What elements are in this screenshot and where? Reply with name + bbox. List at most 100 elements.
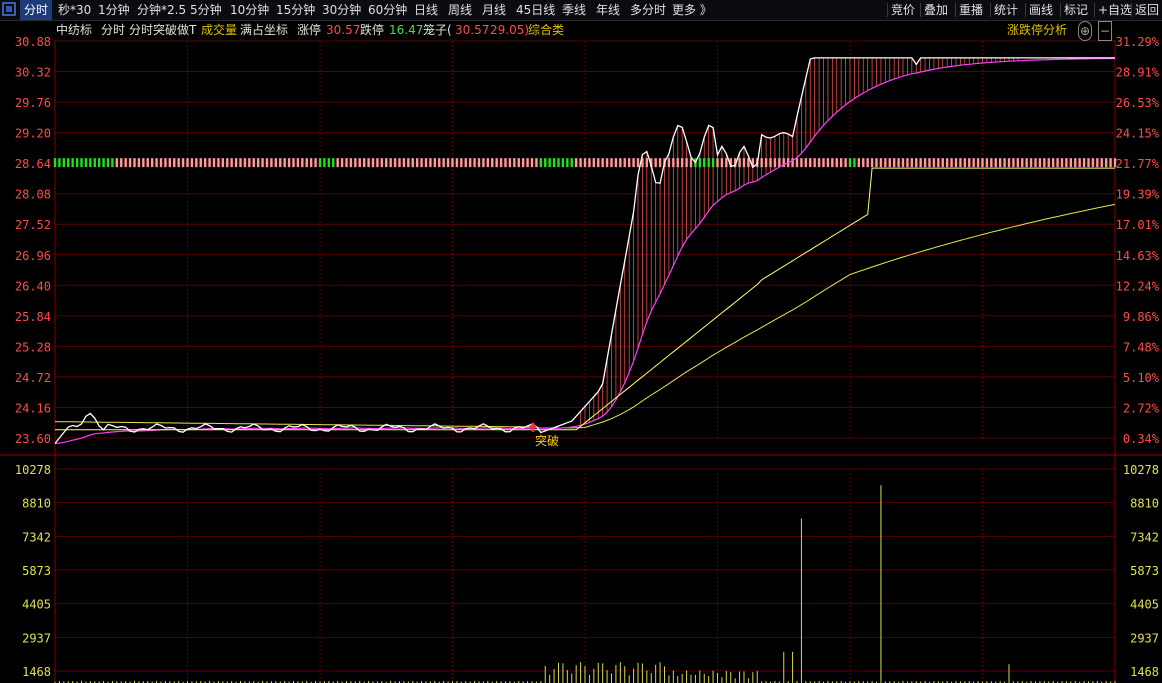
- signal-cell: [415, 158, 419, 168]
- signal-cell: [168, 158, 172, 168]
- signal-cell: [362, 158, 366, 168]
- period-tab-3[interactable]: 分钟*2.5: [137, 0, 186, 20]
- signal-cell: [256, 158, 260, 168]
- signal-cell: [486, 158, 490, 168]
- signal-cell: [385, 158, 388, 168]
- signal-cell: [287, 158, 291, 168]
- signal-cell: [146, 158, 149, 168]
- signal-cell: [354, 158, 357, 168]
- info-item-intraday[interactable]: 分时: [101, 21, 125, 39]
- signal-cell: [1025, 158, 1028, 168]
- signal-cell: [862, 158, 865, 168]
- signal-cell: [716, 158, 719, 168]
- limit-analysis-button[interactable]: 涨跌停分析: [1007, 21, 1067, 39]
- period-tab-15[interactable]: 多分时: [630, 0, 666, 20]
- signal-cell: [703, 158, 706, 168]
- signal-cell: [831, 158, 834, 168]
- signal-cell: [676, 158, 679, 168]
- signal-cell: [252, 158, 255, 168]
- signal-cell: [433, 158, 437, 168]
- signal-cell: [990, 158, 993, 168]
- period-tab-12[interactable]: 45日线: [516, 0, 555, 20]
- signal-cell: [80, 158, 83, 168]
- signal-cell: [742, 158, 746, 168]
- signal-cell: [566, 158, 569, 168]
- signal-cell: [1016, 158, 1020, 168]
- limit-up-label: 涨停: [297, 23, 322, 37]
- signal-cell: [822, 158, 825, 168]
- toolbar-button-7[interactable]: 返回: [1135, 0, 1159, 20]
- signal-cell: [248, 158, 251, 168]
- settings-icon[interactable]: ⊕: [1078, 21, 1092, 41]
- signal-cell: [305, 158, 308, 168]
- info-item-breakout[interactable]: 分时突破做T: [129, 21, 196, 39]
- signal-cell: [950, 158, 953, 168]
- signal-cell: [75, 158, 79, 168]
- volume-label[interactable]: 成交量: [201, 21, 237, 39]
- close-icon[interactable]: −: [1098, 21, 1112, 41]
- toolbar-button-1[interactable]: 叠加: [924, 0, 948, 20]
- period-tab-2[interactable]: 1分钟: [98, 0, 130, 20]
- signal-cell: [1047, 158, 1050, 168]
- signal-cell: [309, 158, 313, 168]
- pct-tick-label: 2.72%: [1123, 401, 1160, 415]
- composite-label[interactable]: 综合类: [528, 21, 564, 39]
- signal-cell: [711, 158, 715, 168]
- signal-cell: [800, 158, 803, 168]
- volume-tick-label-right: 7342: [1130, 530, 1159, 544]
- cage-label: 笼子(: [423, 23, 452, 37]
- signal-cell: [892, 158, 896, 168]
- period-tab-9[interactable]: 日线: [414, 0, 438, 20]
- price-tick-label: 30.32: [15, 66, 51, 80]
- signal-cell: [570, 158, 573, 168]
- signal-cell: [230, 158, 233, 168]
- toolbar-button-2[interactable]: 重播: [959, 0, 983, 20]
- price-tick-label: 25.28: [15, 340, 51, 354]
- limit-down-value: 16.47: [389, 23, 424, 37]
- signal-cell: [654, 158, 657, 168]
- volume-tick-label: 2937: [22, 631, 51, 645]
- signal-cell: [998, 158, 1002, 168]
- signal-cell: [923, 158, 927, 168]
- volume-tick-label: 8810: [22, 497, 51, 511]
- toolbar-button-5[interactable]: 标记: [1064, 0, 1088, 20]
- signal-cell: [592, 158, 596, 168]
- signal-cell: [513, 158, 516, 168]
- period-tab-8[interactable]: 60分钟: [368, 0, 407, 20]
- signal-cell: [1082, 158, 1086, 168]
- period-tab-11[interactable]: 月线: [482, 0, 506, 20]
- toolbar-button-4[interactable]: 画线: [1029, 0, 1053, 20]
- period-tab-10[interactable]: 周线: [448, 0, 472, 20]
- signal-cell: [1069, 158, 1073, 168]
- volume-tick-label: 7342: [22, 530, 51, 544]
- period-tab-5[interactable]: 10分钟: [230, 0, 269, 20]
- pct-tick-label: 0.34%: [1123, 432, 1160, 446]
- period-tab-7[interactable]: 30分钟: [322, 0, 361, 20]
- signal-cell: [526, 158, 529, 168]
- period-tab-6[interactable]: 15分钟: [276, 0, 315, 20]
- toolbar-button-0[interactable]: 竞价: [891, 0, 915, 20]
- toolbar-button-6[interactable]: +自选: [1098, 0, 1132, 20]
- signal-cell: [817, 158, 821, 168]
- signal-cell: [888, 158, 891, 168]
- period-tab-0[interactable]: 分时: [20, 0, 53, 20]
- coord-label[interactable]: 满占坐标: [240, 21, 288, 39]
- price-tick-label: 24.72: [15, 371, 51, 385]
- period-tab-13[interactable]: 季线: [562, 0, 586, 20]
- signal-cell: [627, 158, 631, 168]
- price-tick-label: 29.20: [15, 127, 51, 141]
- signal-cell: [645, 158, 649, 168]
- period-tab-14[interactable]: 年线: [596, 0, 620, 20]
- signal-cell: [499, 158, 503, 168]
- signal-cell: [866, 158, 869, 168]
- signal-cell: [190, 158, 194, 168]
- signal-cell: [906, 158, 909, 168]
- signal-cell: [150, 158, 154, 168]
- signal-cell: [813, 158, 816, 168]
- period-tab-4[interactable]: 5分钟: [190, 0, 222, 20]
- toolbar-button-3[interactable]: 统计: [994, 0, 1018, 20]
- period-tab-16[interactable]: 更多 》: [672, 0, 712, 20]
- period-tab-1[interactable]: 秒*30: [58, 0, 91, 20]
- intraday-chart[interactable]: 30.8830.3229.7629.2028.6428.0827.5226.96…: [0, 0, 1162, 683]
- signal-cell: [1029, 158, 1033, 168]
